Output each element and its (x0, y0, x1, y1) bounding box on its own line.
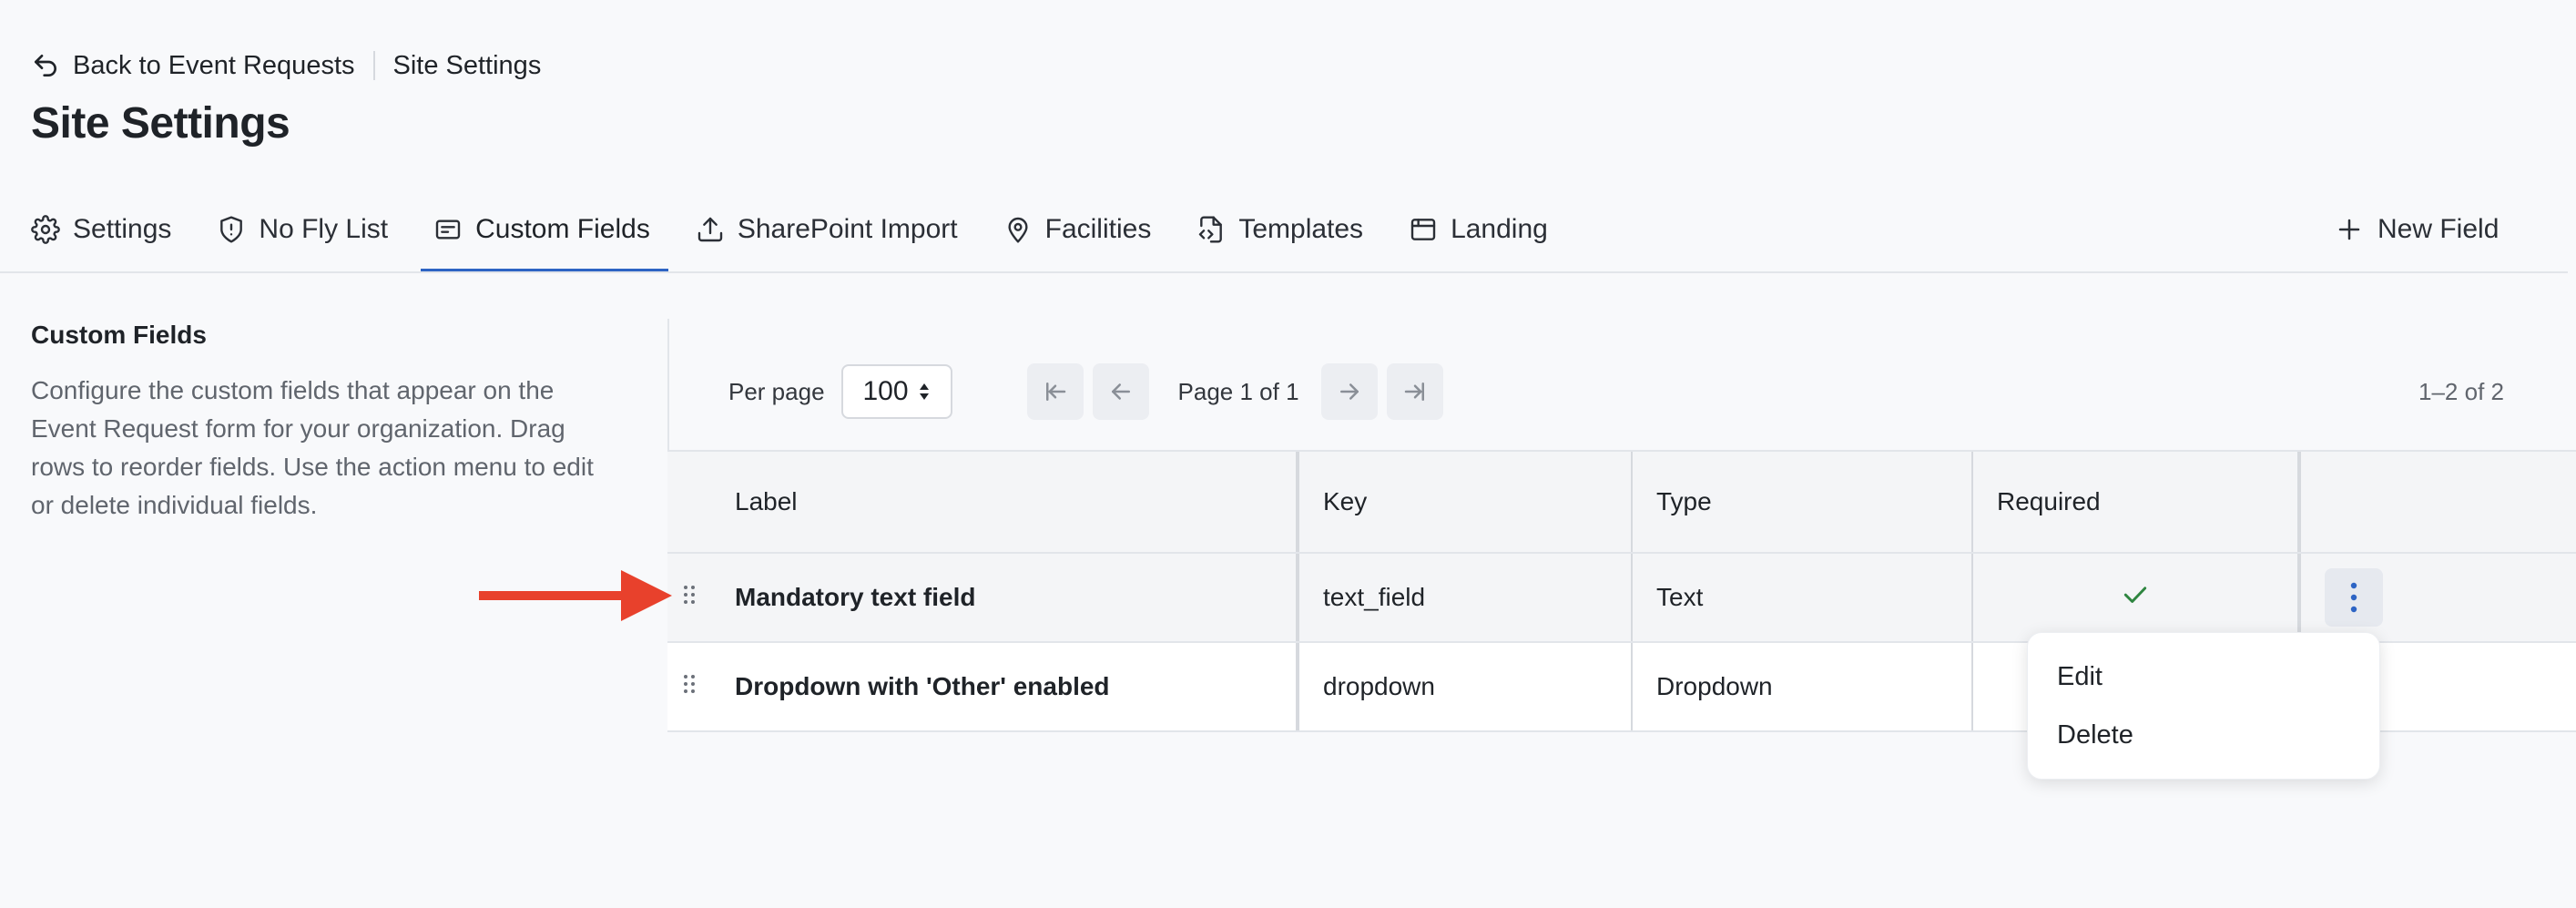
plus-icon (2336, 216, 2363, 243)
back-link-label: Back to Event Requests (73, 50, 355, 80)
drag-handle-icon[interactable] (682, 672, 697, 701)
row-actions-menu: Edit Delete (2027, 632, 2380, 780)
column-header-key[interactable]: Key (1296, 452, 1631, 552)
row-actions-button[interactable] (2325, 568, 2383, 627)
first-page-button[interactable] (1026, 363, 1084, 420)
prev-page-button[interactable] (1092, 363, 1149, 420)
page-title: Site Settings (31, 99, 290, 148)
label-cell: Mandatory text field (667, 554, 1296, 641)
tab-label: Facilities (1044, 214, 1152, 244)
first-page-icon (1042, 378, 1069, 405)
per-page-value: 100 (862, 376, 909, 406)
tab-label: Settings (73, 214, 172, 244)
per-page-label: Per page (728, 377, 825, 405)
form-icon (433, 215, 463, 244)
new-field-button[interactable]: New Field (2336, 208, 2499, 251)
tab-label: Custom Fields (475, 214, 650, 244)
table-header-row: Label Key Type Required (667, 450, 2576, 554)
results-count: 1–2 of 2 (2418, 377, 2504, 405)
tab-landing[interactable]: Landing (1409, 208, 1548, 251)
back-link[interactable]: Back to Event Requests (31, 51, 355, 81)
more-vertical-icon (2349, 581, 2358, 614)
menu-item-delete[interactable]: Delete (2057, 720, 2133, 750)
drag-handle-icon[interactable] (682, 583, 697, 612)
upload-icon (696, 215, 725, 244)
file-code-icon (1196, 215, 1226, 244)
key-cell: text_field (1296, 554, 1631, 641)
breadcrumb: Back to Event Requests Site Settings (31, 47, 541, 84)
tabs-divider (0, 271, 2568, 273)
shield-alert-icon (217, 215, 246, 244)
required-cell (1971, 554, 2297, 641)
tab-label: Landing (1451, 214, 1548, 244)
tab-no-fly-list[interactable]: No Fly List (217, 208, 388, 251)
browser-icon (1409, 215, 1438, 244)
gear-icon (31, 215, 60, 244)
annotation-arrow-icon (479, 570, 672, 626)
column-header-actions (2297, 452, 2576, 552)
breadcrumb-divider (372, 51, 375, 80)
section-description: Configure the custom fields that appear … (31, 376, 594, 519)
check-icon (2121, 580, 2150, 616)
new-field-label: New Field (2377, 214, 2500, 244)
per-page-select[interactable]: 100 (840, 364, 952, 419)
sort-arrows-icon (918, 382, 931, 402)
pagination-bar: Per page 100 Page 1 of 1 (728, 362, 1443, 421)
actions-cell (2297, 554, 2576, 641)
arrow-left-icon (1107, 378, 1135, 405)
field-label: Mandatory text field (735, 583, 976, 611)
column-header-type[interactable]: Type (1631, 452, 1971, 552)
column-header-label[interactable]: Label (667, 452, 1296, 552)
tab-label: No Fly List (259, 214, 389, 244)
map-pin-icon (1003, 215, 1033, 244)
tab-templates[interactable]: Templates (1196, 208, 1363, 251)
table-row[interactable]: Mandatory text field text_field Text (667, 554, 2576, 643)
next-page-button[interactable] (1320, 363, 1378, 420)
tab-sharepoint-import[interactable]: SharePoint Import (696, 208, 958, 251)
field-label: Dropdown with 'Other' enabled (735, 672, 1110, 700)
tab-custom-fields[interactable]: Custom Fields (433, 208, 650, 251)
tab-settings[interactable]: Settings (31, 208, 171, 251)
last-page-icon (1401, 378, 1429, 405)
type-cell: Dropdown (1631, 643, 1971, 730)
tab-label: SharePoint Import (737, 214, 958, 244)
page-indicator: Page 1 of 1 (1177, 377, 1299, 405)
breadcrumb-current: Site Settings (392, 50, 542, 80)
last-page-button[interactable] (1386, 363, 1443, 420)
section-title: Custom Fields (31, 321, 207, 349)
arrow-right-icon (1336, 378, 1363, 405)
type-cell: Text (1631, 554, 1971, 641)
tab-facilities[interactable]: Facilities (1003, 208, 1152, 251)
tab-label: Templates (1238, 214, 1364, 244)
column-header-required[interactable]: Required (1971, 452, 2297, 552)
label-cell: Dropdown with 'Other' enabled (667, 643, 1296, 730)
key-cell: dropdown (1296, 643, 1631, 730)
back-arrow-icon (31, 51, 60, 80)
menu-item-edit[interactable]: Edit (2057, 662, 2103, 692)
settings-tabs: Settings No Fly List Custom Fields Share… (31, 208, 1593, 251)
